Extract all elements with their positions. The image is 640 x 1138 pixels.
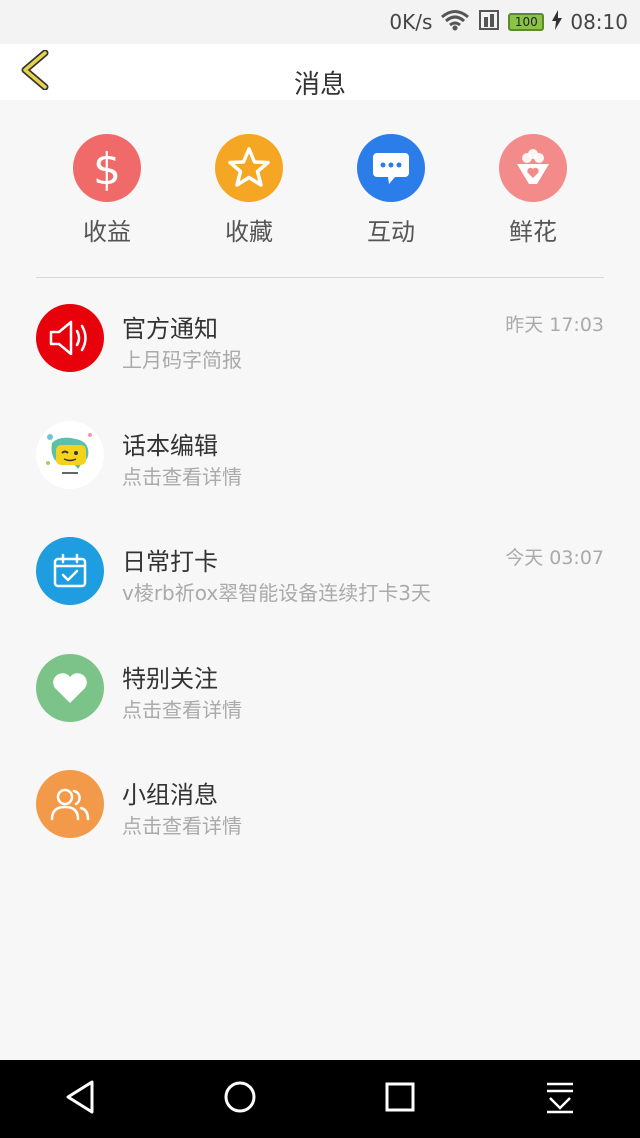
status-indicators: 0K/s 100 08:10 — [389, 0, 628, 44]
message-title: 话本编辑 — [122, 431, 218, 460]
star-icon — [215, 134, 283, 202]
message-title: 小组消息 — [122, 781, 218, 809]
message-time: 今天 03:07 — [505, 547, 604, 569]
heart-icon — [36, 653, 104, 722]
message-item-checkin[interactable]: 日常打卡 v棱rb祈ox翠智能设备连续打卡3天 今天 03:07 — [0, 537, 640, 654]
interaction-button[interactable]: 互动 — [320, 134, 462, 247]
sim-icon — [478, 9, 500, 36]
network-speed: 0K/s — [389, 10, 433, 34]
message-preview: v棱rb祈ox翠智能设备连续打卡3天 — [122, 581, 431, 605]
battery-icon: 100 — [508, 13, 545, 31]
flowers-button[interactable]: 鲜花 — [462, 134, 604, 247]
page-title: 消息 — [293, 70, 346, 100]
message-title: 特别关注 — [122, 664, 218, 693]
calendar-check-icon — [36, 537, 104, 605]
nav-back-button[interactable] — [50, 1069, 110, 1129]
triangle-back-icon — [63, 1079, 97, 1119]
message-preview: 点击查看详情 — [122, 814, 242, 838]
system-nav-bar — [0, 1060, 640, 1138]
wifi-icon — [440, 9, 470, 36]
message-list: 官方通知 上月码字简报 昨天 17:03 话本编辑 点击查看详情 日常打卡 v棱… — [0, 304, 640, 887]
flower-bouquet-icon — [499, 134, 567, 202]
message-item-editor[interactable]: 话本编辑 点击查看详情 — [0, 420, 640, 538]
interaction-label: 互动 — [367, 218, 415, 246]
message-title: 日常打卡 — [122, 548, 218, 576]
nav-notifications-button[interactable] — [530, 1069, 590, 1129]
message-item-special-follow[interactable]: 特别关注 点击查看详情 — [0, 653, 640, 771]
message-item-official[interactable]: 官方通知 上月码字简报 昨天 17:03 — [0, 304, 640, 421]
speaker-icon — [36, 304, 104, 372]
message-preview: 点击查看详情 — [122, 464, 242, 489]
earnings-button[interactable]: $ 收益 — [36, 134, 178, 247]
quick-actions: $ 收益 收藏 互动 鲜花 — [0, 134, 640, 247]
charging-icon — [552, 9, 563, 35]
message-preview: 上月码字简报 — [122, 348, 242, 372]
flowers-label: 鲜花 — [509, 218, 557, 246]
earnings-label: 收益 — [83, 218, 131, 246]
svg-text:$: $ — [93, 144, 121, 192]
battery-level: 100 — [514, 15, 538, 29]
editor-avatar-icon — [36, 420, 104, 489]
nav-recents-button[interactable] — [370, 1069, 430, 1129]
pull-down-icon — [544, 1080, 576, 1118]
square-recents-icon — [384, 1081, 416, 1117]
clock: 08:10 — [570, 10, 628, 34]
favorites-button[interactable]: 收藏 — [178, 134, 320, 247]
message-preview: 点击查看详情 — [122, 697, 242, 722]
message-item-group[interactable]: 小组消息 点击查看详情 — [0, 770, 640, 887]
dollar-icon: $ — [73, 134, 141, 202]
status-bar: 0K/s 100 08:10 — [0, 0, 640, 44]
chat-bubble-icon — [357, 134, 425, 202]
nav-home-button[interactable] — [210, 1069, 270, 1129]
circle-home-icon — [222, 1079, 258, 1119]
message-title: 官方通知 — [122, 315, 218, 343]
message-time: 昨天 17:03 — [505, 314, 604, 336]
favorites-label: 收藏 — [225, 218, 273, 246]
section-divider — [36, 277, 604, 278]
group-icon — [36, 770, 104, 838]
